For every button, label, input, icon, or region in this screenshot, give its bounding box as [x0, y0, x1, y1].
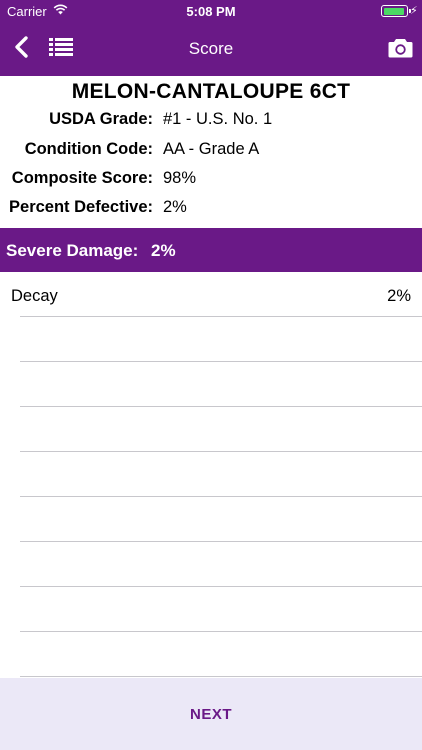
percent-defective-row: Percent Defective: 2%	[0, 198, 422, 222]
defect-row-decay[interactable]: Decay 2%	[0, 272, 422, 317]
percent-defective-label: Percent Defective:	[9, 198, 153, 216]
battery-icon	[381, 5, 411, 17]
composite-score-value: 98%	[163, 169, 197, 187]
navigation-bar: Score	[0, 22, 422, 76]
status-bar: Carrier 5:08 PM ⚡	[0, 0, 422, 22]
defect-list: Decay 2%	[0, 272, 422, 677]
defect-name: Decay	[11, 287, 58, 305]
camera-icon[interactable]	[388, 37, 413, 58]
condition-code-row: Condition Code: AA - Grade A	[0, 140, 422, 164]
percent-defective-value: 2%	[163, 198, 187, 216]
next-button[interactable]: NEXT	[0, 678, 422, 750]
defect-row[interactable]	[0, 452, 422, 497]
severe-damage-header: Severe Damage: 2%	[0, 228, 422, 272]
defect-row[interactable]	[0, 542, 422, 587]
usda-grade-value: #1 - U.S. No. 1	[163, 110, 273, 128]
composite-score-row: Composite Score: 98%	[0, 169, 422, 193]
charging-icon: ⚡	[410, 5, 418, 17]
usda-grade-row: USDA Grade: #1 - U.S. No. 1	[0, 110, 422, 134]
composite-score-label: Composite Score:	[11, 169, 153, 187]
defect-row[interactable]	[0, 497, 422, 542]
condition-code-value: AA - Grade A	[163, 140, 260, 158]
defect-row[interactable]	[0, 632, 422, 677]
footer-bar: NEXT	[0, 678, 422, 750]
top-bar: Carrier 5:08 PM ⚡ Score	[0, 0, 422, 76]
severe-damage-label: Severe Damage:	[6, 241, 139, 260]
condition-code-label: Condition Code:	[24, 140, 153, 158]
defect-row[interactable]	[0, 587, 422, 632]
defect-row[interactable]	[0, 317, 422, 362]
page-title: Score	[188, 39, 234, 58]
defect-row[interactable]	[0, 362, 422, 407]
usda-grade-label: USDA Grade:	[49, 110, 153, 128]
defect-value: 2%	[387, 287, 411, 305]
status-time: 5:08 PM	[186, 4, 236, 19]
severe-damage-value: 2%	[151, 241, 176, 260]
defect-row[interactable]	[0, 407, 422, 452]
product-title: MELON-CANTALOUPE 6CT	[71, 80, 351, 103]
